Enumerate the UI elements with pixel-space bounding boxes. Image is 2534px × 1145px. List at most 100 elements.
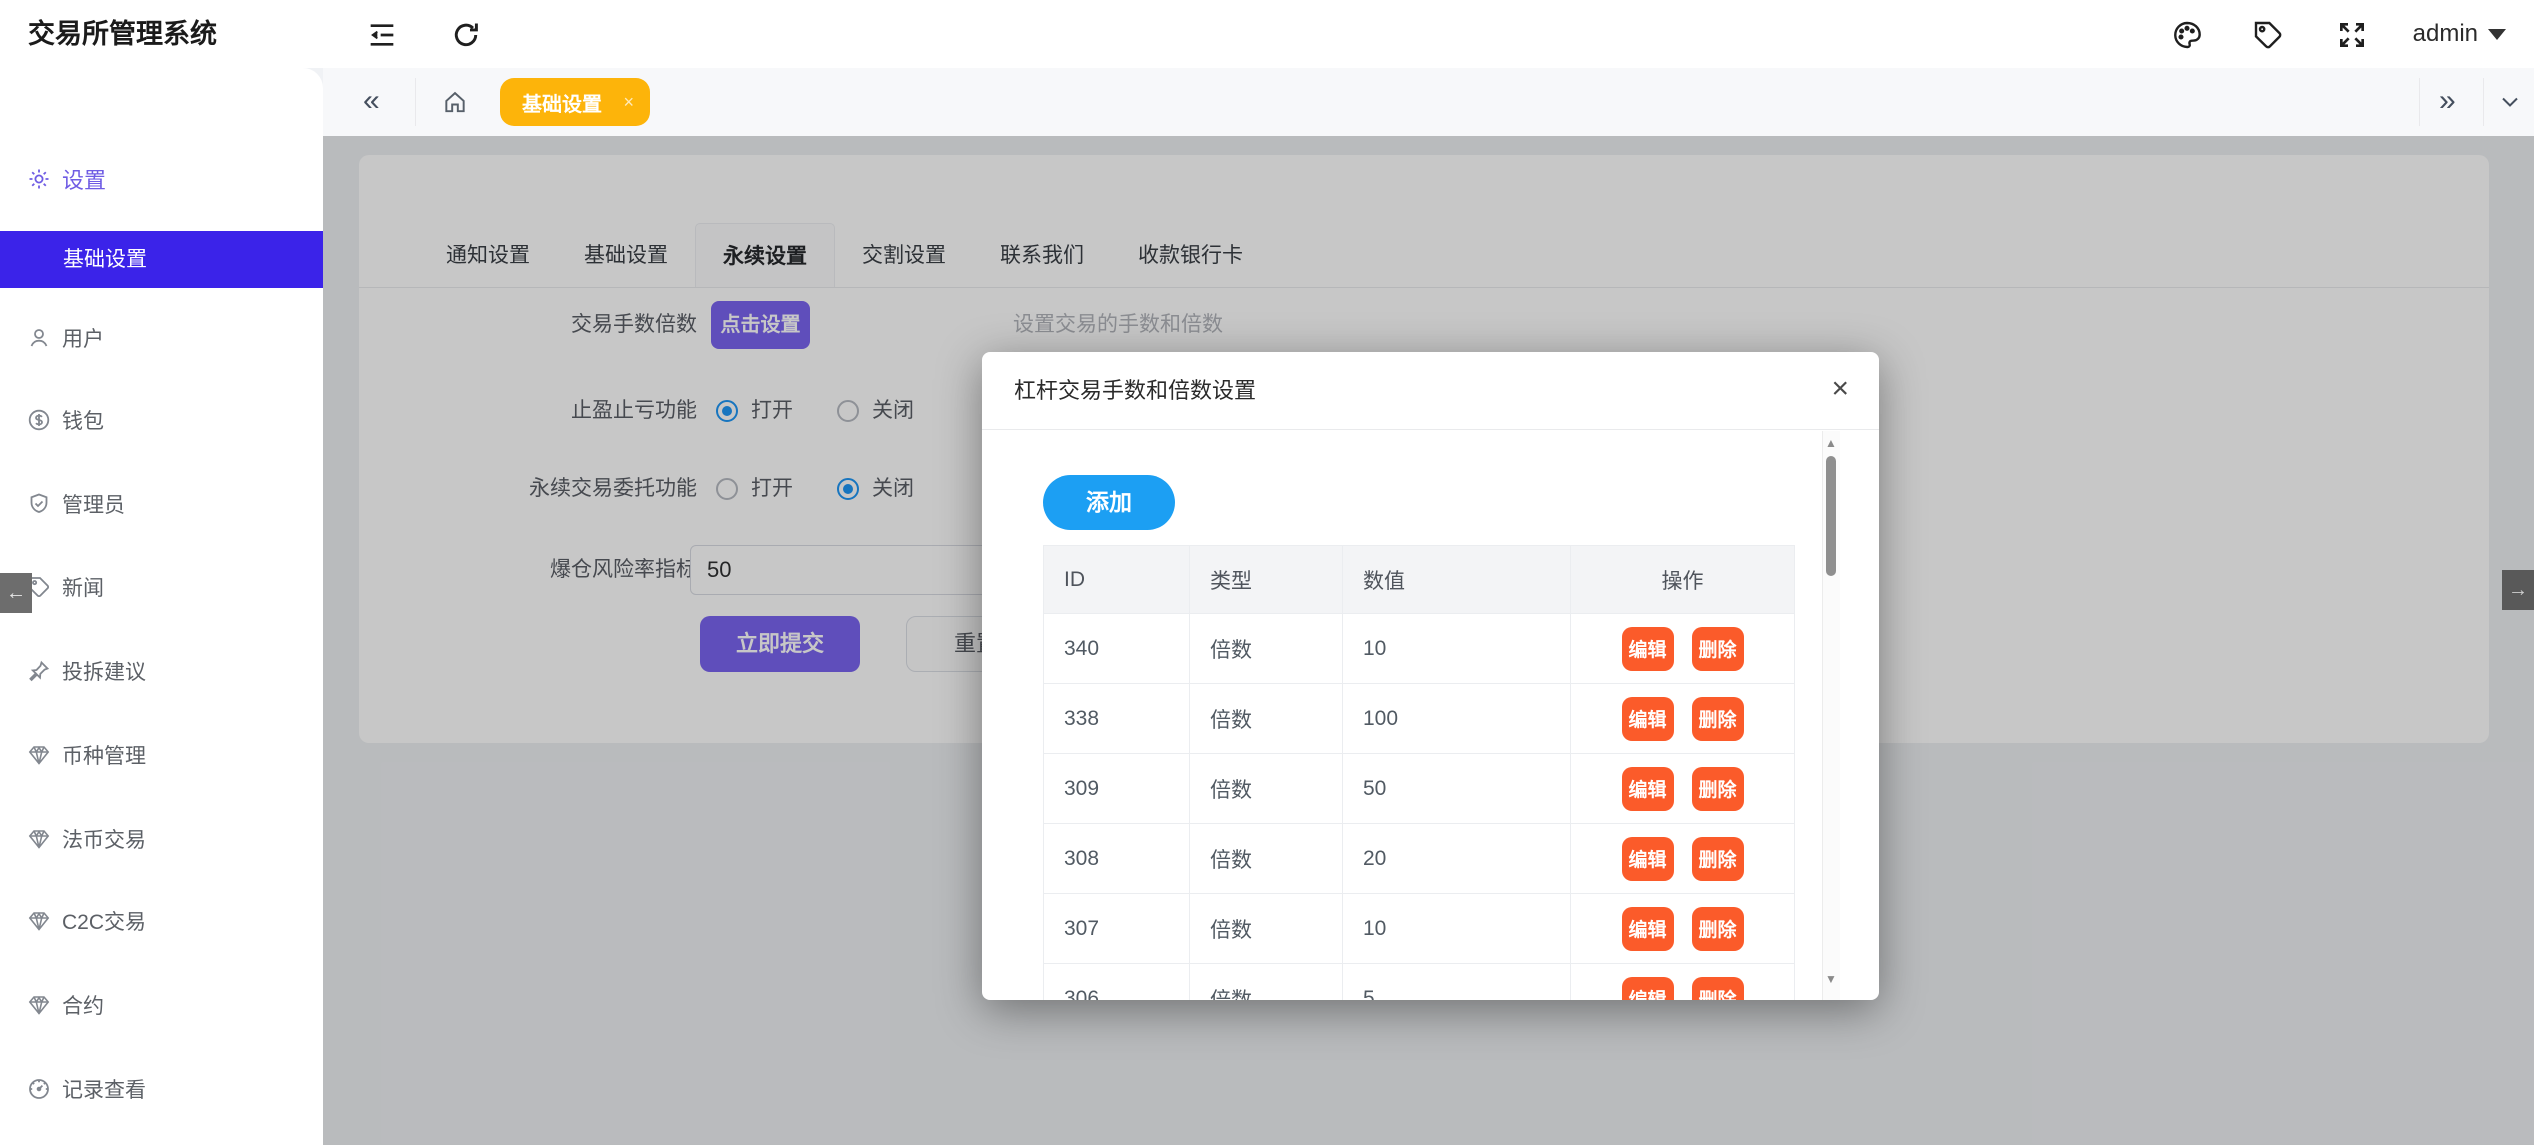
- sidebar-item-admins[interactable]: 管理员: [0, 478, 323, 530]
- cell-type: 倍数: [1190, 894, 1343, 963]
- gem-icon: [27, 827, 51, 851]
- cell-value: 20: [1343, 824, 1571, 893]
- sidebar-item-feedback[interactable]: 投拆建议: [0, 645, 323, 697]
- user-icon: [27, 326, 51, 350]
- page-tag-label: 基础设置: [522, 88, 602, 117]
- cell-id: 307: [1044, 894, 1190, 963]
- edit-button[interactable]: 编辑: [1622, 767, 1674, 811]
- cell-id: 338: [1044, 684, 1190, 753]
- col-header-id: ID: [1044, 546, 1190, 613]
- modal-header: 杠杆交易手数和倍数设置 ×: [982, 352, 1879, 430]
- table-row-partial: 306 倍数 5 编辑 删除: [1044, 964, 1794, 1000]
- sidebar-item-label: 合约: [62, 990, 104, 1020]
- sidebar-item-label: 钱包: [62, 405, 104, 435]
- separator: [2419, 78, 2420, 126]
- app-logo: 交易所管理系统: [28, 0, 217, 68]
- table-row: 308 倍数 20 编辑 删除: [1044, 824, 1794, 894]
- delete-button[interactable]: 删除: [1692, 697, 1744, 741]
- table-row: 309 倍数 50 编辑 删除: [1044, 754, 1794, 824]
- cell-id: 308: [1044, 824, 1190, 893]
- cell-type: 倍数: [1190, 684, 1343, 753]
- modal-scrollbar-thumb[interactable]: [1826, 456, 1836, 576]
- scrollbar-up-arrow[interactable]: ▲: [1825, 436, 1837, 450]
- sidebar-item-users[interactable]: 用户: [0, 312, 323, 364]
- sidebar-group-label: 设置: [62, 163, 106, 195]
- table-header-row: ID 类型 数值 操作: [1044, 546, 1794, 614]
- scroll-right-icon[interactable]: »: [2439, 68, 2456, 136]
- sidebar-item-label: 新闻: [62, 572, 104, 602]
- sidebar-item-label: 管理员: [62, 489, 125, 519]
- sidebar: 设置 基础设置 用户 钱包: [0, 68, 323, 1145]
- caret-down-icon: [2488, 29, 2506, 40]
- add-button[interactable]: 添加: [1043, 475, 1175, 530]
- collapse-left-icon[interactable]: «: [363, 68, 380, 136]
- cell-type: 倍数: [1190, 614, 1343, 683]
- cell-id: 340: [1044, 614, 1190, 683]
- refresh-icon[interactable]: [450, 19, 482, 51]
- cell-type: 倍数: [1190, 754, 1343, 823]
- cell-type: 倍数: [1190, 824, 1343, 893]
- leverage-settings-modal: 杠杆交易手数和倍数设置 × 添加 ID 类型 数值 操作 340 倍数 10 编…: [982, 352, 1879, 1000]
- shield-check-icon: [27, 492, 51, 516]
- sidebar-item-label: 投拆建议: [62, 656, 146, 686]
- scrollbar-down-arrow[interactable]: ▼: [1825, 972, 1837, 986]
- separator: [2483, 78, 2484, 126]
- sidebar-item-wallet[interactable]: 钱包: [0, 394, 323, 446]
- tags-icon[interactable]: [2252, 19, 2284, 51]
- sidebar-group-settings[interactable]: 设置: [0, 153, 323, 205]
- table-row: 338 倍数 100 编辑 删除: [1044, 684, 1794, 754]
- delete-button[interactable]: 删除: [1692, 767, 1744, 811]
- tab-tag-bar: « 基础设置 × »: [323, 68, 2534, 136]
- col-header-type: 类型: [1190, 546, 1343, 613]
- fullscreen-icon[interactable]: [2336, 19, 2368, 51]
- edit-button[interactable]: 编辑: [1622, 837, 1674, 881]
- gem-icon: [27, 743, 51, 767]
- chevron-down-icon[interactable]: [2498, 90, 2522, 114]
- delete-button[interactable]: 删除: [1692, 977, 1744, 1001]
- edit-button[interactable]: 编辑: [1622, 977, 1674, 1001]
- sidebar-item-c2c-trade[interactable]: C2C交易: [0, 895, 323, 947]
- edit-button[interactable]: 编辑: [1622, 907, 1674, 951]
- user-menu[interactable]: admin: [2413, 0, 2506, 68]
- sidebar-item-records[interactable]: 记录查看: [0, 1063, 323, 1115]
- sidebar-item-label: 法币交易: [62, 824, 146, 854]
- tag-close-icon[interactable]: ×: [623, 92, 634, 113]
- cell-value: 100: [1343, 684, 1571, 753]
- page-tag-basic-settings[interactable]: 基础设置 ×: [500, 78, 650, 126]
- delete-button[interactable]: 删除: [1692, 907, 1744, 951]
- leverage-table: ID 类型 数值 操作 340 倍数 10 编辑 删除 338 倍数 100 编…: [1043, 545, 1795, 1000]
- modal-title: 杠杆交易手数和倍数设置: [1014, 352, 1256, 430]
- user-name: admin: [2413, 20, 2478, 48]
- sidebar-item-label: C2C交易: [62, 906, 146, 936]
- gem-icon: [27, 909, 51, 933]
- sidebar-item-label: 用户: [62, 323, 104, 353]
- modal-close-icon[interactable]: ×: [1831, 352, 1849, 430]
- sidebar-item-label: 记录查看: [62, 1074, 146, 1104]
- sidebar-item-label: 币种管理: [62, 740, 146, 770]
- home-icon[interactable]: [442, 89, 468, 115]
- menu-fold-icon[interactable]: [366, 19, 398, 51]
- cell-value: 10: [1343, 614, 1571, 683]
- table-row: 340 倍数 10 编辑 删除: [1044, 614, 1794, 684]
- cell-type: 倍数: [1190, 964, 1343, 1000]
- sidebar-item-contract[interactable]: 合约: [0, 979, 323, 1031]
- delete-button[interactable]: 删除: [1692, 837, 1744, 881]
- dashboard-icon: [27, 1077, 51, 1101]
- sidebar-item-basic-settings-active[interactable]: 基础设置: [0, 231, 323, 288]
- separator: [415, 78, 416, 126]
- cell-value: 50: [1343, 754, 1571, 823]
- sidebar-item-coin-management[interactable]: 币种管理: [0, 729, 323, 781]
- sidebar-item-news[interactable]: 新闻: [0, 561, 323, 613]
- cell-value: 5: [1343, 964, 1571, 1000]
- cell-value: 10: [1343, 894, 1571, 963]
- dollar-circle-icon: [27, 408, 51, 432]
- delete-button[interactable]: 删除: [1692, 627, 1744, 671]
- theme-palette-icon[interactable]: [2171, 19, 2203, 51]
- drawer-handle-right-arrow[interactable]: →: [2502, 570, 2534, 610]
- edit-button[interactable]: 编辑: [1622, 697, 1674, 741]
- drawer-handle-left-arrow[interactable]: ←: [0, 573, 32, 613]
- edit-button[interactable]: 编辑: [1622, 627, 1674, 671]
- top-header: 交易所管理系统: [0, 0, 2534, 68]
- sidebar-item-fiat-trade[interactable]: 法币交易: [0, 813, 323, 865]
- col-header-action: 操作: [1571, 546, 1794, 613]
